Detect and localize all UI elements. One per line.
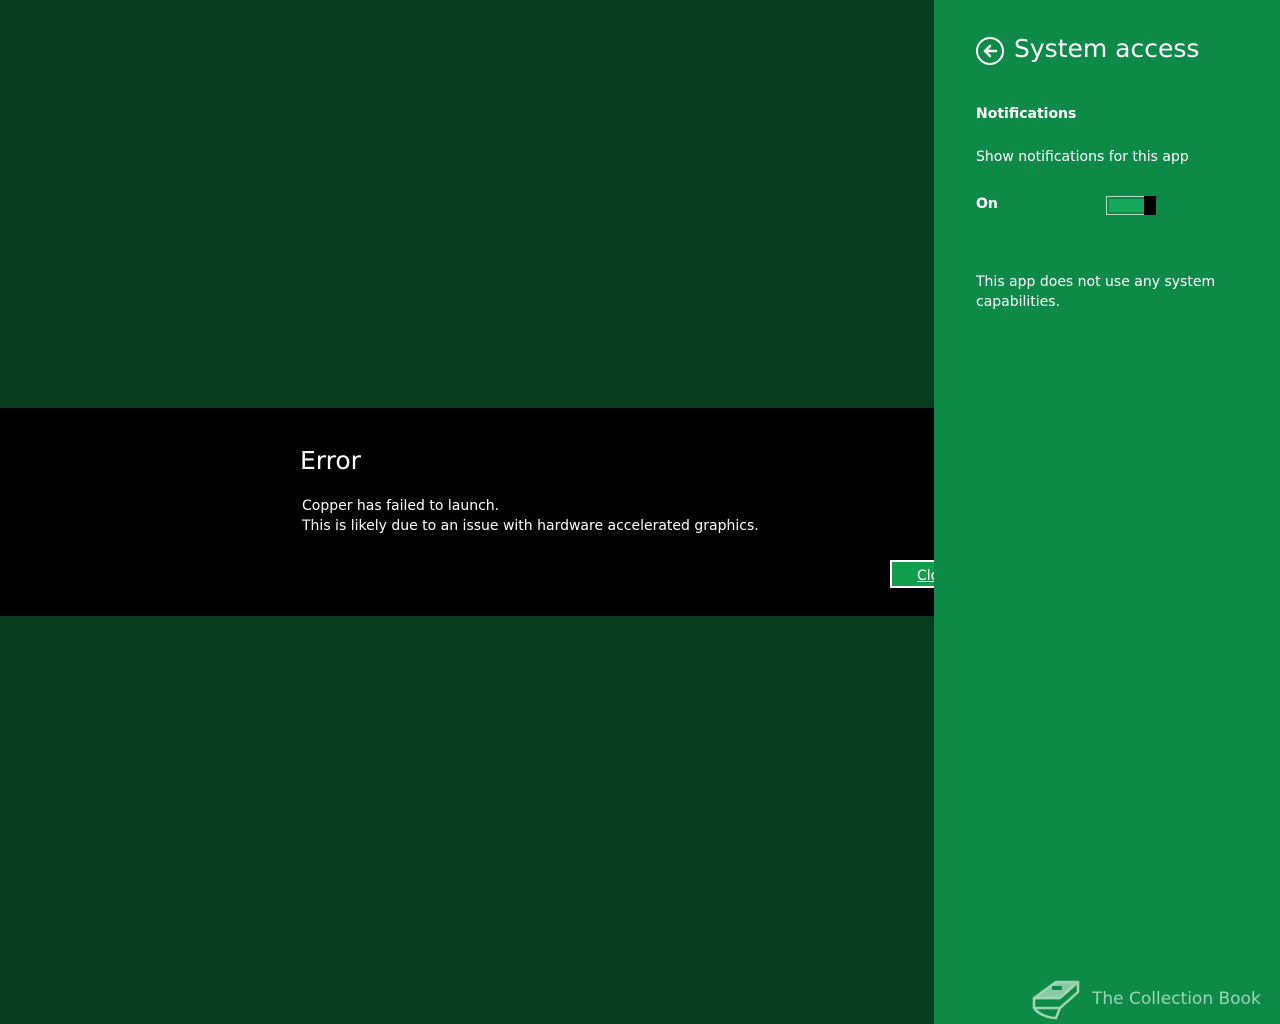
back-button[interactable] xyxy=(976,37,1004,65)
error-title: Error xyxy=(300,446,361,475)
settings-pane: System access Notifications Show notific… xyxy=(934,0,1280,1024)
book-icon xyxy=(1032,980,1080,1020)
pane-title: System access xyxy=(1014,34,1200,63)
watermark-text: The Collection Book xyxy=(1092,989,1261,1009)
toggle-fill xyxy=(1109,199,1145,212)
error-dialog: Error Copper has failed to launch. This … xyxy=(0,408,934,616)
capabilities-message: This app does not use any system capabil… xyxy=(976,274,1216,310)
section-heading-notifications: Notifications xyxy=(976,106,1077,122)
toggle-state-label: On xyxy=(976,196,998,212)
back-arrow-circle-icon xyxy=(983,44,998,58)
notifications-toggle[interactable] xyxy=(1106,196,1156,215)
error-message-line-1: Copper has failed to launch. xyxy=(302,498,500,514)
close-button[interactable]: Close xyxy=(890,560,934,588)
notification-setting-label: Show notifications for this app xyxy=(976,149,1189,165)
error-message-line-2: This is likely due to an issue with hard… xyxy=(302,518,759,534)
toggle-thumb[interactable] xyxy=(1144,196,1156,215)
